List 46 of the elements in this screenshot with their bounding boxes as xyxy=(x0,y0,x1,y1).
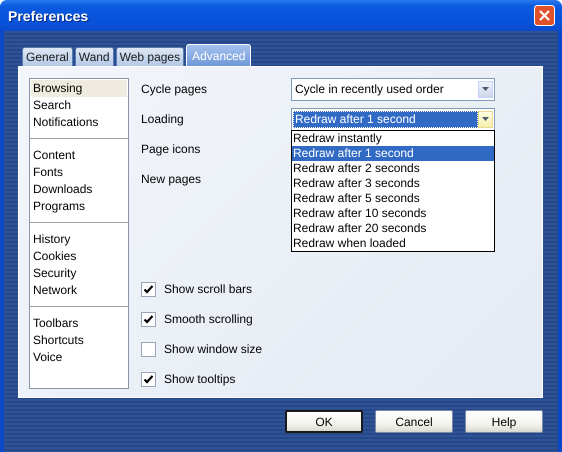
sidebar-item[interactable]: Shortcuts xyxy=(31,332,127,349)
close-icon[interactable] xyxy=(534,5,555,26)
checkbox-label: Show tooltips xyxy=(164,372,236,386)
setting-label: Loading xyxy=(141,112,185,126)
window-title: Preferences xyxy=(8,8,90,24)
dropdown-option[interactable]: Redraw after 3 seconds xyxy=(292,176,494,190)
dropdown[interactable]: Redraw after 1 second xyxy=(291,108,495,130)
sidebar-item[interactable]: Programs xyxy=(31,198,127,215)
sidebar-item[interactable]: Toolbars xyxy=(31,315,127,332)
dialog-button[interactable]: Cancel xyxy=(375,410,453,433)
dropdown-option[interactable]: Redraw after 20 seconds xyxy=(292,220,494,236)
tab[interactable]: General xyxy=(22,47,73,66)
checkbox-label: Show scroll bars xyxy=(164,282,252,296)
sidebar-item[interactable]: History xyxy=(31,231,127,248)
dropdown-option[interactable]: Redraw when loaded xyxy=(292,236,494,250)
tab[interactable]: Web pages xyxy=(116,47,184,66)
dropdown-option[interactable]: Redraw after 10 seconds xyxy=(292,206,494,220)
sidebar-item[interactable]: Fonts xyxy=(31,164,127,181)
sidebar-item[interactable]: Security xyxy=(31,265,127,282)
caret-icon xyxy=(478,110,493,128)
setting-label: Cycle pages xyxy=(141,82,208,96)
setting-label: New pages xyxy=(141,172,202,186)
checkbox-label: Show window size xyxy=(164,342,262,356)
sidebar-item[interactable]: Cookies xyxy=(31,248,127,265)
checkbox[interactable] xyxy=(141,342,156,356)
sidebar-item[interactable]: Notifications xyxy=(31,114,127,131)
dropdown[interactable]: Cycle in recently used order xyxy=(291,78,495,100)
dropdown-option[interactable]: Redraw instantly xyxy=(292,130,494,146)
sidebar-item[interactable]: Downloads xyxy=(31,181,127,198)
dropdown-option[interactable]: Redraw after 5 seconds xyxy=(292,190,494,206)
sidebar-item[interactable]: Voice xyxy=(31,349,127,366)
dropdown-option[interactable]: Redraw after 2 seconds xyxy=(292,160,494,176)
caret-icon xyxy=(478,80,493,98)
checkbox[interactable] xyxy=(141,282,156,296)
sidebar-item[interactable]: Network xyxy=(31,282,127,299)
checkbox[interactable] xyxy=(141,372,156,386)
dialog-button[interactable]: Help xyxy=(465,410,543,433)
setting-label: Page icons xyxy=(141,142,202,156)
dialog-button[interactable]: OK xyxy=(285,410,363,433)
sidebar-item[interactable]: Search xyxy=(31,97,127,114)
tab[interactable]: Wand xyxy=(74,47,114,66)
sidebar-item[interactable]: Browsing xyxy=(31,80,127,97)
sidebar-item[interactable]: Content xyxy=(31,147,127,164)
checkbox[interactable] xyxy=(141,312,156,326)
checkbox-label: Smooth scrolling xyxy=(164,312,253,326)
dropdown-option[interactable]: Redraw after 1 second xyxy=(292,146,494,160)
